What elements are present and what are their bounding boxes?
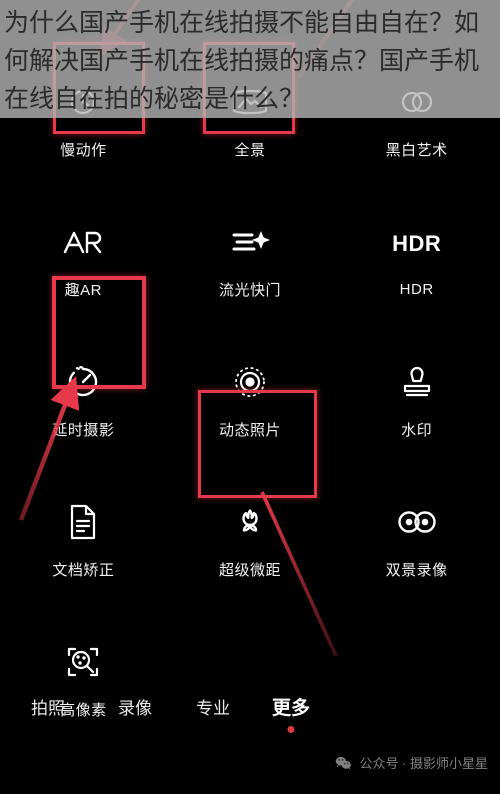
macro-flower-icon [222, 497, 278, 547]
overlay-text: 为什么国产手机在线拍摄不能自由自在？如何解决国产手机在线拍摄的痛点？国产手机在线… [4, 8, 480, 113]
mode-label: 趣AR [64, 281, 102, 299]
mode-label: 延时摄影 [52, 421, 115, 439]
mode-cell-hdr[interactable]: HDR HDR [333, 188, 500, 328]
nav-item-label: 拍照 [31, 698, 65, 718]
mode-label: 全景 [234, 141, 266, 159]
camera-mode-grid: 慢动作 全景 黑白艺术 趣AR 流光快门 HDR HDR 延时摄影 动态照片 水… [0, 48, 500, 748]
mode-cell-time-lapse[interactable]: 延时摄影 [0, 328, 167, 468]
camera-more-modes-screen: 慢动作 全景 黑白艺术 趣AR 流光快门 HDR HDR 延时摄影 动态照片 水… [0, 0, 500, 794]
article-text-overlay: 为什么国产手机在线拍摄不能自由自在？如何解决国产手机在线拍摄的痛点？国产手机在线… [0, 0, 500, 118]
footer-watermark: 公众号 · 摄影师小星星 [335, 753, 488, 772]
mode-label: HDR [399, 280, 434, 298]
nav-item-label: 更多 [271, 697, 310, 719]
mode-cell-watermark[interactable]: 水印 [333, 328, 500, 468]
wechat-icon [336, 756, 352, 770]
mode-label: 流光快门 [218, 281, 281, 299]
footer-watermark-text: 公众号 · 摄影师小星星 [359, 756, 488, 771]
mode-cell-ar[interactable]: 趣AR [0, 188, 167, 328]
nav-item-photo[interactable]: 拍照 [0, 694, 96, 719]
hdr-icon: HDR [389, 219, 445, 269]
mode-cell-light-painting[interactable]: 流光快门 [167, 188, 334, 328]
dual-view-icon [389, 497, 445, 547]
ar-icon [55, 217, 111, 267]
nav-item-label: 专业 [196, 698, 230, 718]
watermark-stamp-icon [389, 357, 445, 407]
high-pixel-icon [55, 637, 111, 687]
time-lapse-icon [55, 357, 111, 407]
mode-cell-super-macro[interactable]: 超级微距 [167, 468, 334, 608]
nav-item-pro[interactable]: 专业 [174, 694, 252, 719]
mode-cell-live-photo[interactable]: 动态照片 [167, 328, 334, 468]
mode-cell-dual-view[interactable]: 双景录像 [333, 468, 500, 608]
mode-label: 水印 [401, 421, 433, 439]
mode-label: 超级微距 [218, 561, 281, 579]
document-icon [55, 497, 111, 547]
nav-item-more[interactable]: 更多 [252, 693, 330, 733]
active-mode-dot [287, 725, 295, 733]
mode-label: 文档矫正 [52, 561, 115, 579]
live-photo-icon [222, 357, 278, 407]
light-painting-icon [222, 217, 278, 267]
hdr-glyph-text: HDR [392, 230, 442, 256]
nav-item-label: 录像 [118, 698, 152, 718]
mode-label: 慢动作 [60, 141, 107, 159]
mode-label: 双景录像 [385, 561, 448, 579]
camera-mode-switcher[interactable]: 拍照 录像 专业 更多 [0, 684, 500, 733]
mode-label: 黑白艺术 [385, 141, 448, 159]
nav-item-video[interactable]: 录像 [96, 694, 174, 719]
mode-cell-document[interactable]: 文档矫正 [0, 468, 167, 608]
mode-label: 动态照片 [218, 421, 281, 439]
